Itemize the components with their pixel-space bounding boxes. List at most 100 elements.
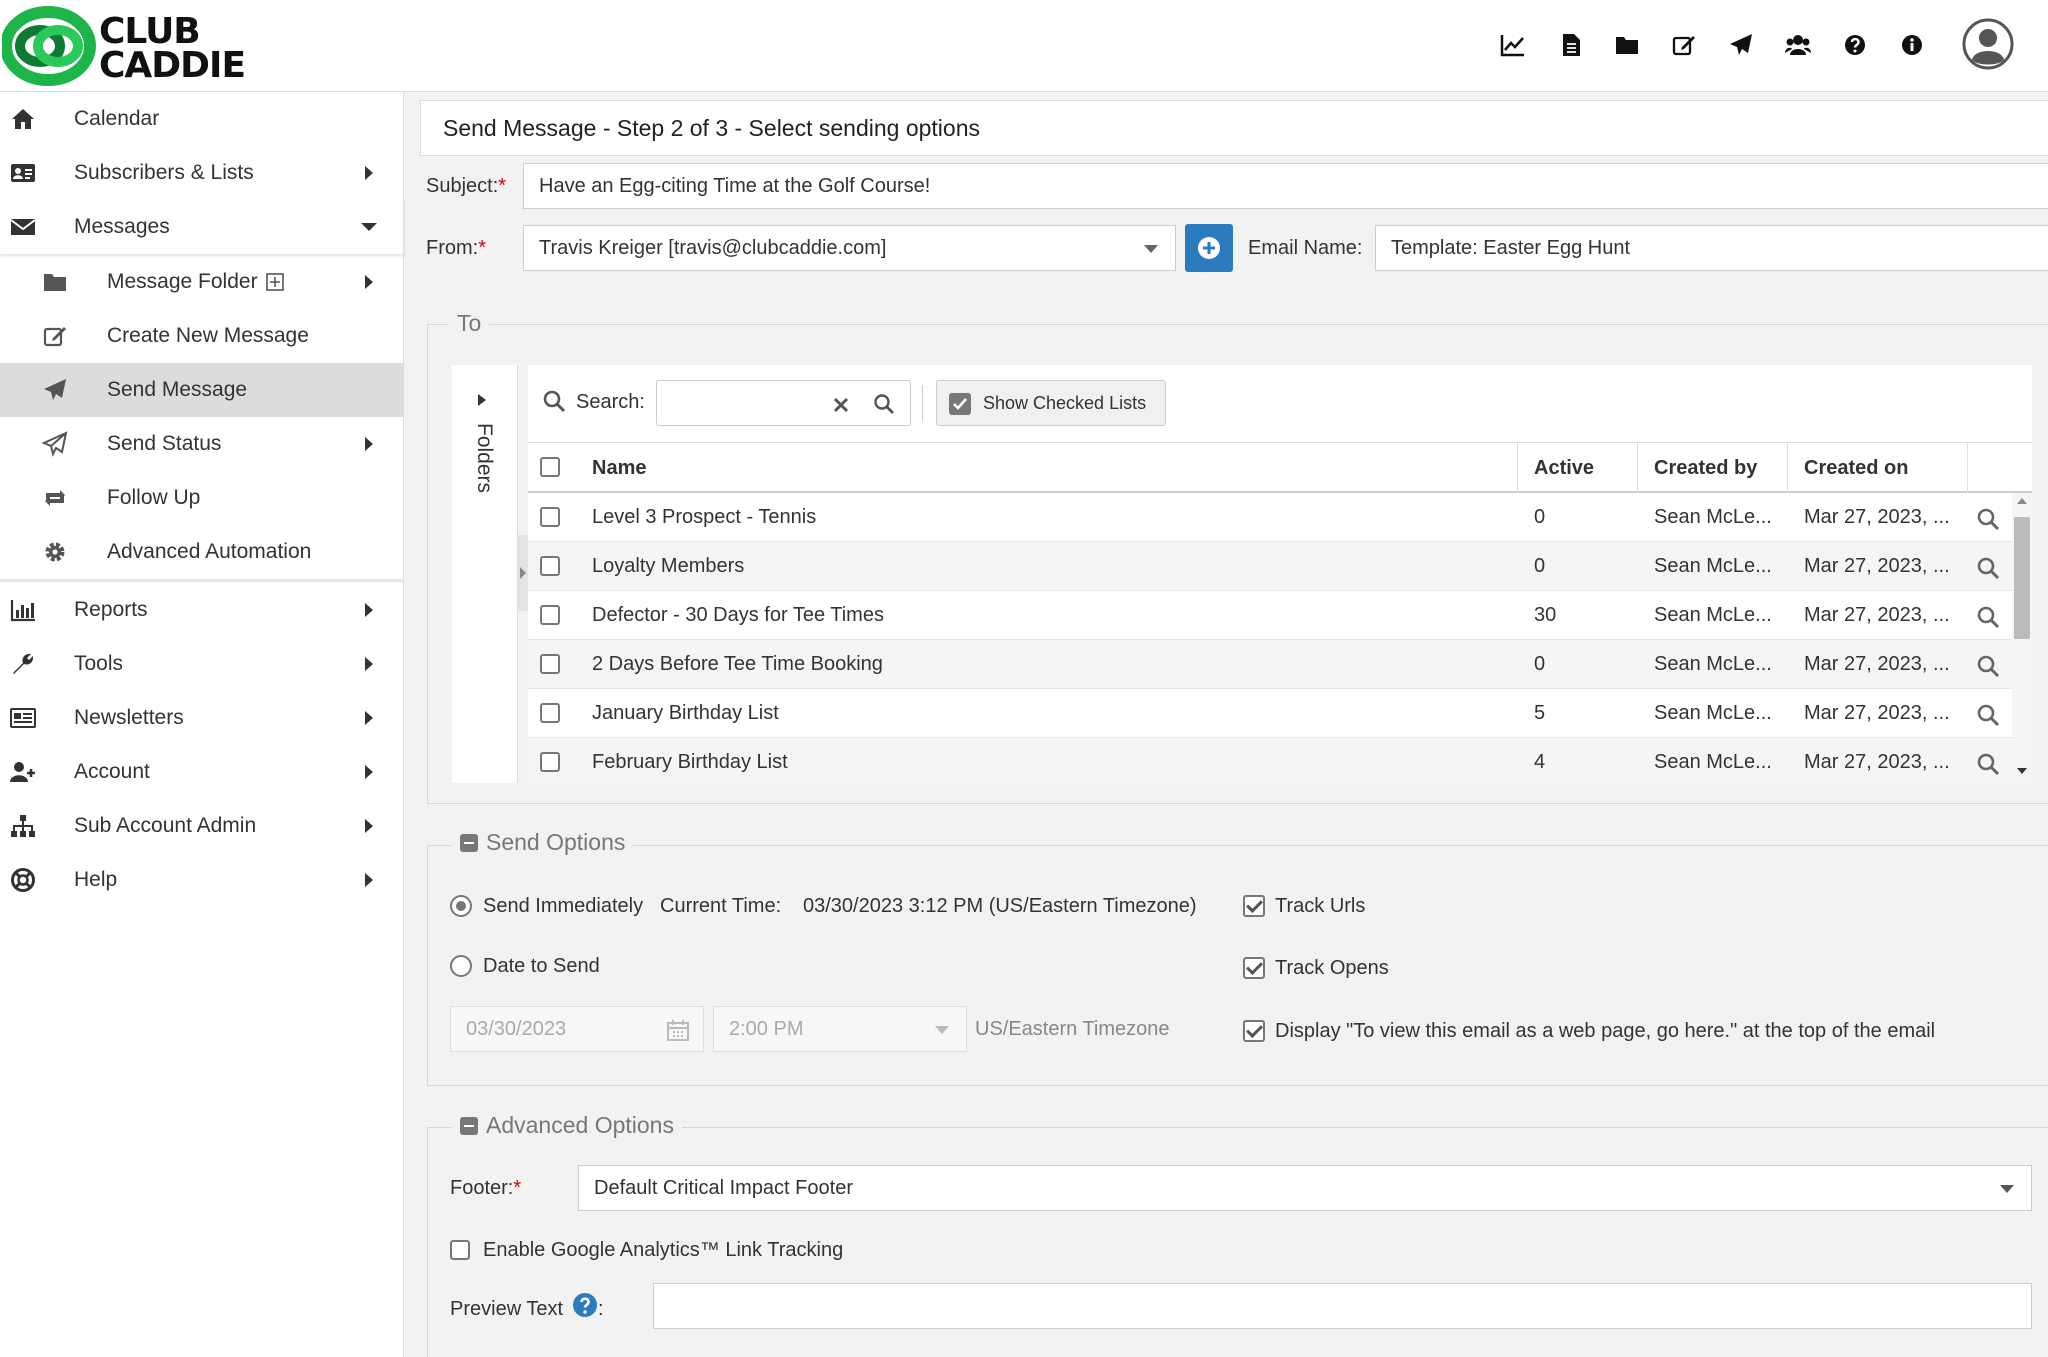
clear-icon[interactable] [833,397,849,413]
lists-scrollbar[interactable] [2012,493,2032,783]
table-row[interactable]: January Birthday List 5 Sean McLe... Mar… [528,689,2012,738]
folders-panel[interactable]: Folders [452,365,518,783]
send-options-legend-text: Send Options [486,829,626,855]
lists-table-header: Name Active Created by Created on [528,443,2032,493]
users-icon[interactable] [1783,30,1813,60]
track-urls-label: Track Urls [1275,895,1366,917]
date-to-send-radio[interactable] [450,955,472,977]
row-checkbox[interactable] [540,752,560,772]
row-checkbox[interactable] [540,654,560,674]
caret-right-icon [365,711,373,725]
info-circle-icon[interactable] [1897,30,1927,60]
scroll-down-icon[interactable] [2016,767,2028,775]
send-date-input[interactable]: 03/30/2023 [450,1006,704,1052]
address-card-icon [8,158,38,188]
show-checked-lists-toggle[interactable]: Show Checked Lists [936,380,1166,426]
track-urls-checkbox[interactable] [1243,895,1265,917]
club-caddie-logo[interactable]: CLUB CADDIE [2,6,252,86]
date-to-send-label: Date to Send [483,955,600,977]
sidebar-item-reports[interactable]: Reports [0,583,404,637]
table-row[interactable]: 2 Days Before Tee Time Booking 0 Sean Mc… [528,640,2012,689]
footer-select[interactable]: Default Critical Impact Footer [578,1165,2032,1211]
view-list-search-icon[interactable] [1976,703,2000,727]
paper-plane-outline-icon [40,429,70,459]
view-list-search-icon[interactable] [1976,556,2000,580]
sidebar-item-send-message[interactable]: Send Message [0,363,404,417]
send-immediately-radio[interactable] [450,895,472,917]
column-header-created-on[interactable]: Created on [1788,443,1968,493]
view-list-search-icon[interactable] [1976,507,2000,531]
sidebar-item-calendar[interactable]: Calendar [0,92,404,146]
subject-input[interactable]: Have an Egg-citing Time at the Golf Cour… [523,163,2048,209]
table-row[interactable]: February Birthday List 4 Sean McLe... Ma… [528,738,2012,783]
search-label: Search: [576,391,645,413]
list-name: Defector - 30 Days for Tee Times [592,604,884,626]
row-checkbox[interactable] [540,605,560,625]
edit-icon[interactable] [1669,30,1699,60]
add-from-address-button[interactable] [1185,224,1233,272]
help-question-icon[interactable] [572,1292,598,1318]
from-select[interactable]: Travis Kreiger [travis@clubcaddie.com] [523,225,1176,271]
scrollbar-thumb[interactable] [2014,517,2030,639]
sidebar-item-create-new-message[interactable]: Create New Message [0,309,404,363]
sidebar-item-message-folder[interactable]: Message Folder [0,255,404,309]
email-name-label: Email Name: [1248,237,1363,259]
view-list-search-icon[interactable] [1976,605,2000,629]
display-web-link-checkbox[interactable] [1243,1020,1265,1042]
preview-text-colon: : [598,1298,604,1320]
track-opens-checkbox[interactable] [1243,957,1265,979]
column-header-name[interactable]: Name [528,443,1518,493]
sidebar-item-label: Sub Account Admin [74,814,257,837]
sidebar-item-messages[interactable]: Messages [0,200,404,254]
sidebar-item-subscribers-lists[interactable]: Subscribers & Lists [0,146,404,200]
column-header-active[interactable]: Active [1518,443,1638,493]
chart-line-icon[interactable] [1498,30,1528,60]
row-checkbox[interactable] [540,703,560,723]
list-toolbar: Search: Show Checked Lists [528,365,2032,443]
sidebar-item-account[interactable]: Account [0,745,404,799]
scroll-up-icon[interactable] [2016,497,2028,505]
send-options-legend[interactable]: Send Options [452,829,634,856]
column-header-created-by[interactable]: Created by [1638,443,1788,493]
sitemap-icon [8,811,38,841]
list-active-count: 0 [1534,653,1546,675]
list-created-on: Mar 27, 2023, ... [1804,555,1950,577]
sidebar-item-follow-up[interactable]: Follow Up [0,471,404,525]
send-time-select[interactable]: 2:00 PM [713,1006,967,1052]
row-checkbox[interactable] [540,507,560,527]
sidebar-item-label: Calendar [74,107,160,130]
advanced-options-legend[interactable]: Advanced Options [452,1112,682,1139]
table-row[interactable]: Defector - 30 Days for Tee Times 30 Sean… [528,591,2012,640]
table-row[interactable]: Loyalty Members 0 Sean McLe... Mar 27, 2… [528,542,2012,591]
preview-text-input[interactable] [653,1283,2032,1329]
view-list-search-icon[interactable] [1976,752,2000,776]
sidebar-item-tools[interactable]: Tools [0,637,404,691]
calendar-icon[interactable] [667,1019,689,1041]
google-analytics-checkbox[interactable] [450,1240,470,1260]
page-header: Send Message - Step 2 of 3 - Select send… [420,100,2048,156]
sidebar-item-help[interactable]: Help [0,853,404,907]
sidebar-item-sub-account-admin[interactable]: Sub Account Admin [0,799,404,853]
folder-icon[interactable] [1612,30,1642,60]
caret-right-icon [365,275,373,289]
sidebar-item-advanced-automation[interactable]: Advanced Automation [0,525,404,579]
list-name: 2 Days Before Tee Time Booking [592,653,883,675]
sidebar-item-newsletters[interactable]: Newsletters [0,691,404,745]
sidebar-item-send-status[interactable]: Send Status [0,417,404,471]
folders-resize-handle[interactable] [518,535,528,611]
search-icon[interactable] [873,393,895,415]
search-icon [543,390,566,413]
paper-plane-icon[interactable] [1726,30,1756,60]
email-name-input[interactable]: Template: Easter Egg Hunt [1375,225,2048,271]
user-avatar-icon[interactable] [1962,18,2014,70]
question-circle-icon[interactable] [1840,30,1870,60]
newspaper-icon [8,703,38,733]
plus-square-icon[interactable] [266,273,284,291]
search-input[interactable] [656,380,911,426]
view-list-search-icon[interactable] [1976,654,2000,678]
sidebar-item-label: Advanced Automation [107,540,312,563]
document-icon[interactable] [1556,30,1586,60]
row-checkbox[interactable] [540,556,560,576]
table-row[interactable]: Level 3 Prospect - Tennis 0 Sean McLe...… [528,493,2012,542]
home-icon [8,104,38,134]
